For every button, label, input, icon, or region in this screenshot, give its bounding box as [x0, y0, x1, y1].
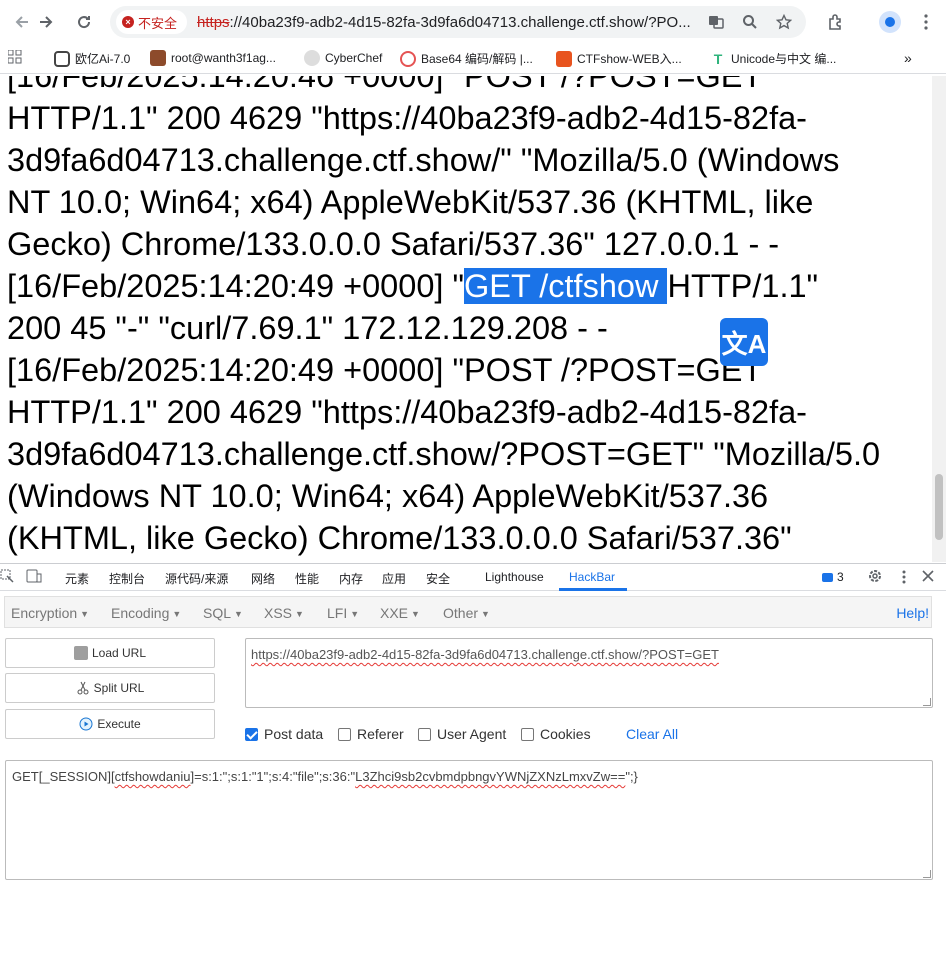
referer-checkbox[interactable]: Referer	[338, 726, 404, 742]
tab-elements[interactable]: 元素	[65, 570, 89, 587]
tab-application[interactable]: 应用	[382, 570, 406, 587]
help-link[interactable]: Help!	[896, 605, 929, 621]
tab-hackbar[interactable]: HackBar	[569, 570, 615, 584]
bookmark-favicon-icon	[556, 50, 572, 67]
bookmark-favicon-icon: T	[713, 50, 723, 67]
cookies-checkbox[interactable]: Cookies	[521, 726, 591, 742]
resize-handle[interactable]	[923, 870, 931, 878]
hackbar-menu: Encryption ▼ Encoding ▼ SQL ▼ XSS ▼ LFI ▼ XXE…	[4, 596, 932, 628]
bookmark-item[interactable]: root@wanth3f1ag...	[150, 50, 276, 66]
bookmark-favicon-icon	[304, 50, 320, 66]
warning-icon: ×	[122, 16, 134, 28]
log-line: [16/Feb/2025:14:20:49 +0000] "POST /?POS…	[7, 352, 763, 388]
checkbox-checked-icon[interactable]	[245, 727, 258, 741]
bookmark-favicon-icon	[54, 50, 70, 67]
bookmarks-bar: 欧亿Ai-7.0 root@wanth3f1ag... CyberChef Ba…	[0, 44, 946, 74]
checkbox-unchecked-icon[interactable]	[418, 727, 431, 741]
tab-console[interactable]: 控制台	[109, 570, 145, 587]
active-tab-indicator	[559, 588, 627, 591]
checkbox-unchecked-icon[interactable]	[338, 727, 351, 741]
tab-network[interactable]: 网络	[251, 570, 275, 587]
log-line: HTTP/1.1" 200 4629 "https://40ba23f9-adb…	[7, 100, 807, 136]
log-line: (KHTML, like Gecko) Chrome/133.0.0.0 Saf…	[7, 520, 792, 556]
security-chip[interactable]: × 不安全	[116, 10, 188, 34]
bookmark-item[interactable]: 欧亿Ai-7.0	[54, 50, 130, 67]
post-data-input[interactable]: GET[_SESSION][ctfshowdaniu]=s:1:";s:1:"1…	[5, 760, 933, 880]
clear-all-link[interactable]: Clear All	[626, 726, 678, 742]
log-line: Gecko) Chrome/133.0.0.0 Safari/537.36" 1…	[7, 226, 780, 262]
checkbox-unchecked-icon[interactable]	[521, 727, 534, 741]
execute-button[interactable]: Execute	[5, 709, 215, 739]
close-devtools-icon[interactable]	[922, 570, 934, 585]
settings-gear-icon[interactable]	[867, 568, 883, 587]
menu-encryption[interactable]: Encryption ▼	[11, 605, 89, 621]
security-label: 不安全	[138, 15, 178, 31]
menu-xxe[interactable]: XXE ▼	[380, 605, 420, 621]
device-toggle-icon[interactable]	[26, 569, 42, 586]
url-text[interactable]: https://40ba23f9-adb2-4d15-82fa-3d9fa6d0…	[197, 14, 707, 31]
zoom-icon[interactable]	[740, 12, 760, 32]
url-rest: ://40ba23f9-adb2-4d15-82fa-3d9fa6d04713.…	[229, 13, 691, 31]
request-options: Post data Referer User Agent Cookies Cle…	[245, 724, 935, 744]
post-data-checkbox[interactable]: Post data	[245, 726, 323, 742]
address-bar[interactable]: × 不安全 https://40ba23f9-adb2-4d15-82fa-3d…	[110, 6, 806, 38]
devtools-more-icon[interactable]	[902, 570, 906, 587]
split-url-button[interactable]: Split URL	[5, 673, 215, 703]
translate-page-icon[interactable]	[706, 12, 726, 32]
url-input[interactable]: https://40ba23f9-adb2-4d15-82fa-3d9fa6d0…	[245, 638, 933, 708]
tab-performance[interactable]: 性能	[295, 570, 319, 587]
profile-avatar-icon[interactable]	[874, 6, 906, 38]
log-line: HTTP/1.1" 200 4629 "https://40ba23f9-adb…	[7, 394, 807, 430]
scissors-icon	[76, 681, 90, 695]
forward-arrow-icon[interactable]	[30, 6, 62, 38]
log-line: (Windows NT 10.0; Win64; x64) AppleWebKi…	[7, 478, 769, 514]
browser-toolbar: × 不安全 https://40ba23f9-adb2-4d15-82fa-3d…	[0, 0, 946, 44]
log-line: NT 10.0; Win64; x64) AppleWebKit/537.36 …	[7, 184, 814, 220]
bookmark-star-icon[interactable]	[774, 12, 794, 32]
bookmark-item[interactable]: CyberChef	[304, 50, 382, 66]
extensions-icon[interactable]	[820, 6, 852, 38]
bookmark-item[interactable]: Base64 编码/解码 |...	[400, 50, 533, 67]
bookmark-favicon-icon	[400, 50, 416, 67]
tab-lighthouse[interactable]: Lighthouse	[485, 570, 544, 584]
menu-kebab-icon[interactable]	[910, 6, 942, 38]
menu-other[interactable]: Other ▼	[443, 605, 490, 621]
url-scheme: https	[197, 13, 230, 31]
load-icon	[73, 646, 88, 660]
devtools-tabbar: 元素 控制台 源代码/来源 网络 性能 内存 应用 安全 Lighthouse …	[0, 563, 946, 591]
user-agent-checkbox[interactable]: User Agent	[418, 726, 506, 742]
bookmark-favicon-icon	[150, 50, 166, 66]
bookmark-item[interactable]: CTFshow-WEB入...	[556, 50, 682, 67]
log-line: [16/Feb/2025:14:20:46 +0000] "POST /?POS…	[7, 76, 763, 94]
log-line: 3d9fa6d04713.challenge.ctf.show/?POST=GE…	[7, 436, 881, 472]
log-line: 3d9fa6d04713.challenge.ctf.show/" "Mozil…	[7, 142, 840, 178]
translate-selection-icon[interactable]: 文A	[720, 318, 768, 366]
resize-handle[interactable]	[923, 698, 931, 706]
menu-xss[interactable]: XSS ▼	[264, 605, 304, 621]
menu-sql[interactable]: SQL ▼	[203, 605, 243, 621]
tab-sources[interactable]: 源代码/来源	[165, 570, 228, 587]
menu-encoding[interactable]: Encoding ▼	[111, 605, 181, 621]
menu-lfi[interactable]: LFI ▼	[327, 605, 359, 621]
tab-memory[interactable]: 内存	[339, 570, 363, 587]
issues-counter[interactable]: 3	[822, 570, 844, 584]
page-scrollbar-thumb[interactable]	[935, 474, 943, 540]
message-icon	[822, 572, 833, 582]
inspect-element-icon[interactable]	[0, 569, 14, 586]
apps-grid-icon[interactable]	[8, 50, 22, 64]
reload-icon[interactable]	[68, 6, 100, 38]
log-line: 200 45 "-" "curl/7.69.1" 172.12.129.208 …	[7, 310, 608, 346]
selected-text[interactable]: GET /ctfshow	[463, 268, 668, 304]
tab-security[interactable]: 安全	[426, 570, 450, 587]
load-url-button[interactable]: Load URL	[5, 638, 215, 668]
page-content: [16/Feb/2025:14:20:46 +0000] "POST /?POS…	[0, 76, 932, 562]
bookmarks-overflow-icon[interactable]: »	[904, 50, 912, 66]
bookmark-item[interactable]: T Unicode与中文 编...	[710, 50, 837, 67]
log-line: [16/Feb/2025:14:20:49 +0000] "GET /ctfsh…	[7, 268, 819, 304]
play-icon	[79, 717, 93, 731]
